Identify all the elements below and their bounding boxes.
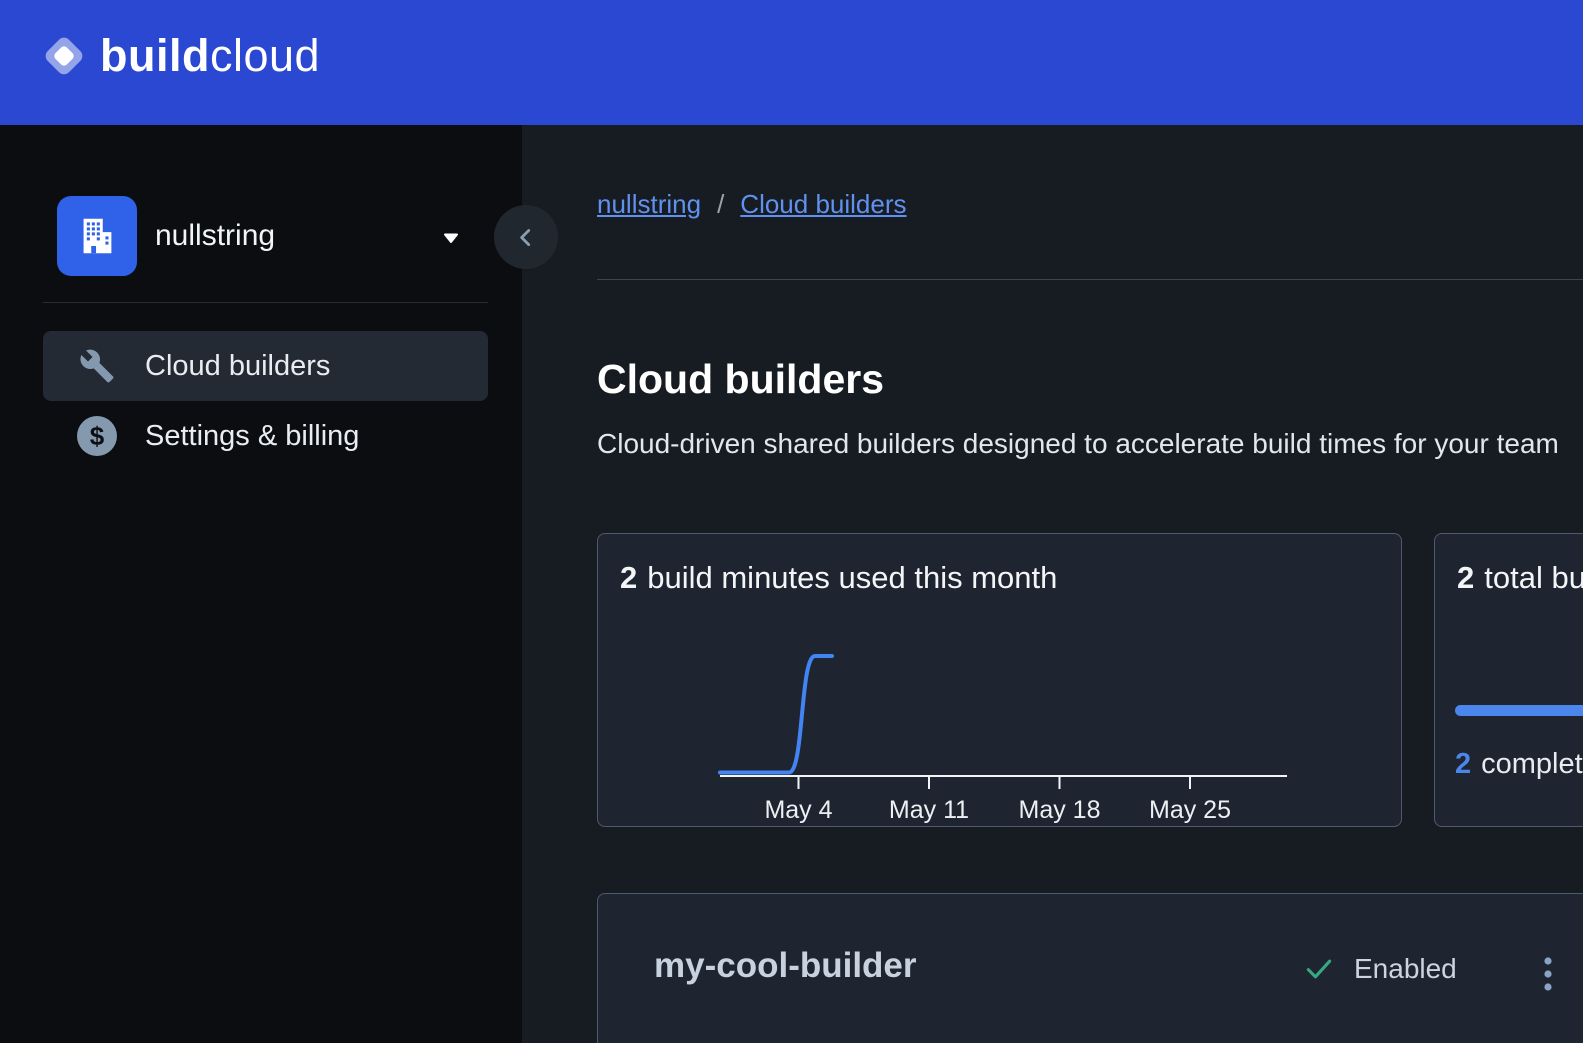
page-title: Cloud builders <box>597 357 884 401</box>
sidebar-item-label: Cloud builders <box>145 350 330 383</box>
breadcrumb-link-org[interactable]: nullstring <box>597 189 701 220</box>
org-name: nullstring <box>155 219 275 253</box>
total-builds-value: 2 <box>1457 560 1474 595</box>
builder-name: my-cool-builder <box>654 946 917 986</box>
build-minutes-card: 2 build minutes used this month May 4 May… <box>597 533 1402 827</box>
chevron-down-icon <box>443 232 459 244</box>
build-minutes-value: 2 <box>620 560 637 595</box>
breadcrumb: nullstring / Cloud builders <box>597 189 907 220</box>
completed-value: 2 <box>1455 748 1471 780</box>
completed-stat: 2 completed <box>1455 748 1583 781</box>
x-tick-label: May 25 <box>1149 796 1231 824</box>
app-header: buildcloud <box>0 0 1583 125</box>
total-builds-card: 2 total builds 2 completed <box>1434 533 1583 827</box>
completed-label: completed <box>1481 748 1583 780</box>
breadcrumb-separator: / <box>717 189 724 220</box>
sidebar-item-settings-billing[interactable]: $ Settings & billing <box>43 401 488 471</box>
total-builds-title: 2 total builds <box>1457 560 1583 596</box>
brand-bold: build <box>100 30 210 81</box>
builder-card: my-cool-builder Enabled <box>597 893 1583 1043</box>
build-minutes-label: build minutes used this month <box>647 560 1057 595</box>
sidebar-divider <box>43 302 488 303</box>
status-badge: Enabled <box>1354 953 1457 985</box>
total-builds-label: total builds <box>1484 560 1583 595</box>
builder-status: Enabled <box>1302 949 1457 989</box>
chevron-left-icon <box>513 224 539 250</box>
build-minutes-title: 2 build minutes used this month <box>620 560 1057 596</box>
check-icon <box>1302 952 1336 986</box>
x-tick-label: May 18 <box>1019 796 1101 824</box>
sidebar: nullstring Cloud builders $ Settings & b… <box>0 125 522 1043</box>
org-switcher[interactable]: nullstring <box>57 196 457 276</box>
brand-wordmark: buildcloud <box>100 30 320 82</box>
usage-line <box>720 656 832 773</box>
builds-progress-bar <box>1455 705 1583 716</box>
wrench-icon <box>75 348 119 384</box>
building-icon <box>74 213 120 259</box>
sidebar-item-cloud-builders[interactable]: Cloud builders <box>43 331 488 401</box>
kebab-icon <box>1543 955 1553 995</box>
main-content: nullstring / Cloud builders Cloud builde… <box>522 125 1583 1043</box>
breadcrumb-link-cloud-builders[interactable]: Cloud builders <box>740 189 906 220</box>
builder-menu-button[interactable] <box>1536 952 1560 998</box>
sidebar-collapse-button[interactable] <box>494 205 558 269</box>
breadcrumb-divider <box>597 279 1583 280</box>
dollar-glyph: $ <box>77 416 117 456</box>
buildcloud-logo-icon <box>42 34 86 78</box>
page-description: Cloud-driven shared builders designed to… <box>597 428 1559 460</box>
org-avatar <box>57 196 137 276</box>
dollar-icon: $ <box>75 416 119 456</box>
brand-light: cloud <box>210 30 320 81</box>
x-tick-label: May 4 <box>764 796 832 824</box>
sidebar-item-label: Settings & billing <box>145 420 359 453</box>
sidebar-nav: Cloud builders $ Settings & billing <box>43 331 488 471</box>
x-tick-label: May 11 <box>889 796 969 824</box>
usage-chart: May 4 May 11 May 18 May 25 <box>598 630 1403 828</box>
